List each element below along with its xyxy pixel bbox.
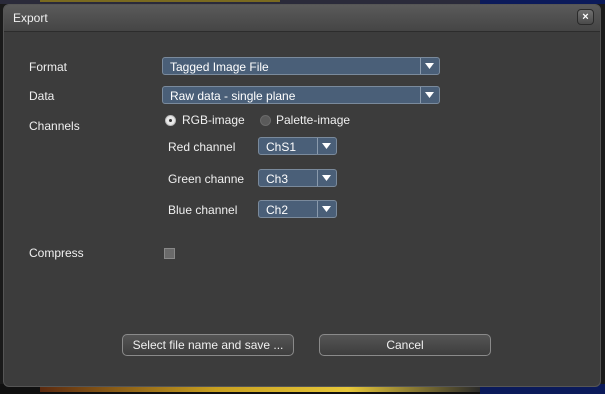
compress-checkbox[interactable] bbox=[164, 248, 175, 259]
chevron-down-icon bbox=[317, 138, 336, 154]
chevron-down-icon bbox=[317, 170, 336, 186]
chevron-down-icon bbox=[317, 201, 336, 217]
rgb-image-radio[interactable] bbox=[165, 115, 176, 126]
blue-channel-dropdown[interactable]: Ch2 bbox=[258, 200, 337, 218]
close-button[interactable]: × bbox=[577, 9, 594, 25]
format-dropdown[interactable]: Tagged Image File bbox=[162, 57, 440, 75]
cancel-button[interactable]: Cancel bbox=[319, 334, 491, 356]
palette-image-radio[interactable] bbox=[260, 115, 271, 126]
rgb-image-label: RGB-image bbox=[182, 113, 245, 127]
blue-channel-label: Blue channel bbox=[168, 203, 238, 217]
export-dialog: Export × Format Tagged Image File Data R… bbox=[3, 4, 601, 387]
green-channel-value: Ch3 bbox=[266, 172, 289, 186]
chevron-down-icon bbox=[420, 87, 439, 103]
background-yellow-edge bbox=[40, 0, 280, 2]
select-file-save-button[interactable]: Select file name and save ... bbox=[122, 334, 294, 356]
channels-label: Channels bbox=[29, 119, 80, 133]
chevron-down-icon bbox=[420, 58, 439, 74]
data-dropdown[interactable]: Raw data - single plane bbox=[162, 86, 440, 104]
format-value: Tagged Image File bbox=[170, 60, 269, 74]
close-icon: × bbox=[582, 11, 589, 23]
green-channel-label: Green channe bbox=[168, 172, 245, 186]
data-value: Raw data - single plane bbox=[170, 89, 296, 103]
red-channel-value: ChS1 bbox=[266, 140, 297, 154]
title-bar: Export × bbox=[4, 5, 600, 32]
compress-label: Compress bbox=[29, 246, 84, 260]
red-channel-dropdown[interactable]: ChS1 bbox=[258, 137, 337, 155]
red-channel-label: Red channel bbox=[168, 140, 236, 154]
blue-channel-value: Ch2 bbox=[266, 203, 289, 217]
format-label: Format bbox=[29, 60, 68, 74]
dialog-title: Export bbox=[13, 11, 48, 25]
data-label: Data bbox=[29, 89, 55, 103]
green-channel-dropdown[interactable]: Ch3 bbox=[258, 169, 337, 187]
palette-image-label: Palette-image bbox=[276, 113, 351, 127]
